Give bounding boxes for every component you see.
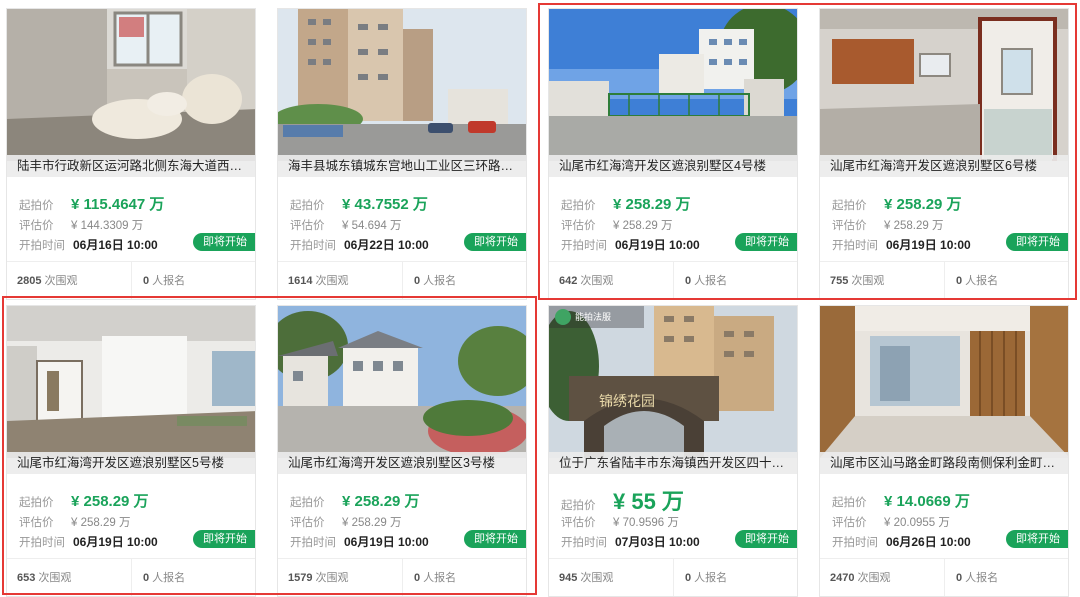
estimate-label: 评估价	[561, 517, 596, 529]
start-time-label: 开拍时间	[290, 240, 336, 252]
listing-card[interactable]: 能拍法服 锦绣花园 位于广东省陆丰市东海镇西开发区四十… 起拍价 ¥ 55 万 评…	[548, 305, 798, 597]
listing-card[interactable]: 汕尾市区汕马路金町路段南侧保利金町… 起拍价 ¥ 14.0669 万 评估价 ¥ 2…	[819, 305, 1069, 597]
estimate-label: 评估价	[19, 220, 54, 232]
stats-divider	[131, 262, 132, 299]
start-time: 06月22日 10:00	[344, 238, 429, 252]
stats-divider	[402, 262, 403, 299]
signup-count: 0	[956, 572, 963, 584]
highlight-box-bottom-left	[2, 296, 537, 595]
listing-title[interactable]: 汕尾市区汕马路金町路段南侧保利金町…	[820, 452, 1068, 474]
listing-stats: 945 次围观 0 人报名	[549, 558, 797, 596]
listing-title[interactable]: 陆丰市行政新区运河路北侧东海大道西…	[7, 155, 255, 177]
view-count: 2470	[830, 572, 855, 584]
estimate-price: ¥ 70.9596 万	[613, 517, 679, 529]
start-price-label: 起拍价	[19, 200, 54, 212]
signup-count-label: 人报名	[694, 572, 728, 584]
signup-count: 0	[143, 275, 150, 287]
start-time-label: 开拍时间	[19, 240, 65, 252]
listing-card[interactable]: 海丰县城东镇城东宫地山工业区三环路… 起拍价 ¥ 43.7552 万 评估价 ¥ 5…	[277, 8, 527, 300]
view-count-label: 次围观	[44, 275, 78, 287]
view-count: 2805	[17, 275, 42, 287]
estimate-label: 评估价	[290, 220, 325, 232]
listing-photo[interactable]	[7, 9, 255, 161]
stats-divider	[673, 559, 674, 596]
stats-divider	[944, 559, 945, 596]
estimate-price: ¥ 54.694 万	[342, 220, 402, 232]
view-count-label: 次围观	[580, 572, 614, 584]
listing-card[interactable]: 陆丰市行政新区运河路北侧东海大道西… 起拍价 ¥ 115.4647 万 评估价 ¥ …	[6, 8, 256, 300]
listing-title[interactable]: 海丰县城东镇城东宫地山工业区三环路…	[278, 155, 526, 177]
listing-stats: 2470 次围观 0 人报名	[820, 558, 1068, 596]
status-badge: 即将开始	[1006, 530, 1068, 548]
view-count-label: 次围观	[315, 275, 349, 287]
start-time: 06月26日 10:00	[886, 535, 971, 549]
start-price-label: 起拍价	[832, 497, 867, 509]
signup-count-label: 人报名	[152, 275, 186, 287]
signup-count: 0	[685, 572, 692, 584]
listing-stats: 2805 次围观 0 人报名	[7, 261, 255, 299]
listing-photo[interactable]: 能拍法服 锦绣花园	[549, 306, 797, 458]
start-price: ¥ 43.7552 万	[342, 196, 428, 213]
listing-photo[interactable]	[820, 306, 1068, 458]
watermark-text: 能拍法服	[575, 311, 611, 323]
start-time: 07月03日 10:00	[615, 535, 700, 549]
start-price: ¥ 55 万	[613, 489, 684, 514]
highlight-box-top-right	[538, 3, 1077, 300]
view-count: 1614	[288, 275, 313, 287]
listing-title[interactable]: 位于广东省陆丰市东海镇西开发区四十…	[549, 452, 797, 474]
status-badge: 即将开始	[464, 233, 526, 251]
estimate-price: ¥ 144.3309 万	[71, 220, 144, 232]
estimate-label: 评估价	[832, 517, 867, 529]
start-price: ¥ 14.0669 万	[884, 493, 970, 510]
start-time: 06月16日 10:00	[73, 238, 158, 252]
status-badge: 即将开始	[193, 233, 255, 251]
estate-sign-text: 锦绣花园	[599, 393, 655, 410]
start-price-label: 起拍价	[561, 500, 596, 512]
listing-stats: 1614 次围观 0 人报名	[278, 261, 526, 299]
listing-photo[interactable]	[278, 9, 526, 161]
start-time-label: 开拍时间	[561, 537, 607, 549]
estimate-price: ¥ 20.0955 万	[884, 517, 950, 529]
start-price-label: 起拍价	[290, 200, 325, 212]
status-badge: 即将开始	[735, 530, 797, 548]
signup-count-label: 人报名	[965, 572, 999, 584]
start-price: ¥ 115.4647 万	[71, 196, 165, 213]
start-time-label: 开拍时间	[832, 537, 878, 549]
view-count: 945	[559, 572, 578, 584]
view-count-label: 次围观	[857, 572, 891, 584]
signup-count: 0	[414, 275, 421, 287]
signup-count-label: 人报名	[423, 275, 457, 287]
